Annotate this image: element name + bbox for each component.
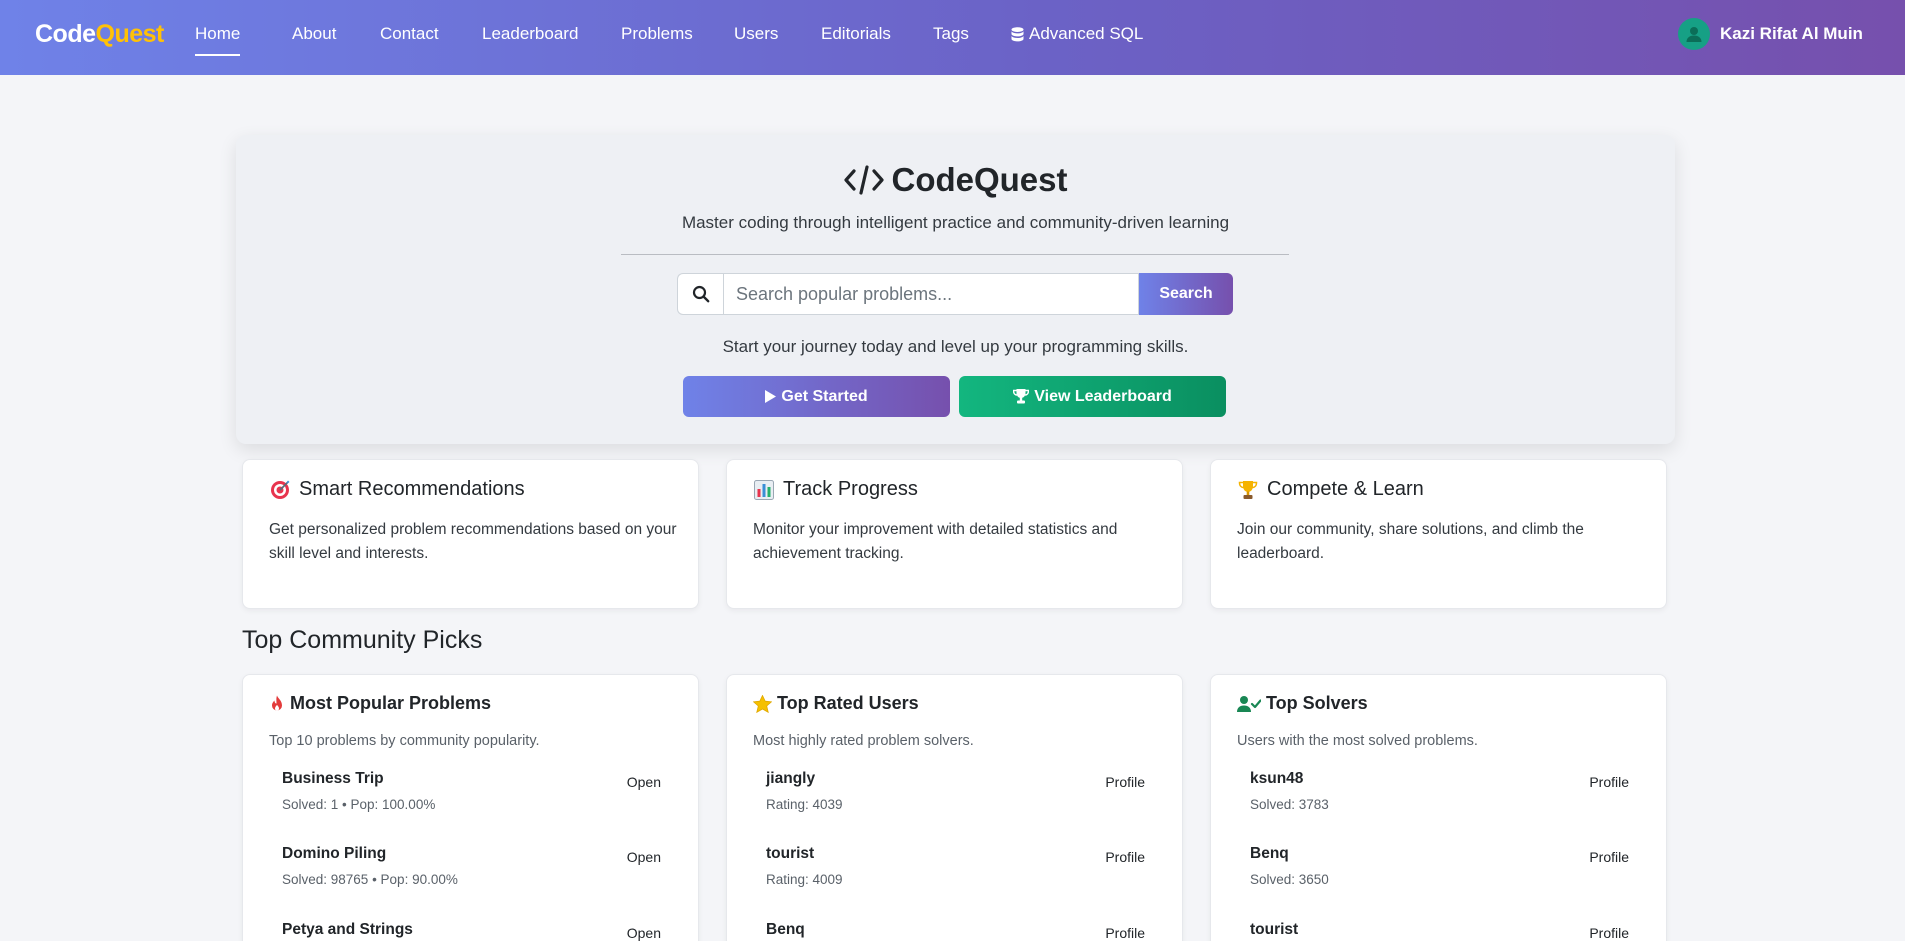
navbar: CodeQuest Home About Contact Leaderboard… <box>0 0 1905 75</box>
card-subtitle: Users with the most solved problems. <box>1237 733 1478 749</box>
search-group: Search <box>677 273 1233 315</box>
problem-stats: Solved: 98765 • Pop: 90.00% <box>282 872 458 887</box>
list-item: tourist Rating: 4009 Profile <box>753 845 1153 905</box>
hero-divider <box>621 254 1289 255</box>
feature-card-track-progress: Track Progress Monitor your improvement … <box>726 459 1183 609</box>
play-icon <box>765 390 777 403</box>
user-handle: Benq <box>1250 845 1289 862</box>
section-title: Top Community Picks <box>242 626 483 654</box>
hero-title: CodeQuest <box>236 161 1675 199</box>
hero-tagline: Start your journey today and level up yo… <box>722 337 1189 356</box>
card-subtitle: Most highly rated problem solvers. <box>753 733 974 749</box>
list-item: ksun48 Solved: 3783 Profile <box>1237 770 1637 830</box>
star-icon <box>753 694 772 713</box>
profile-link[interactable]: Profile <box>1105 925 1145 941</box>
user-handle: jiangly <box>766 770 816 787</box>
user-handle: Benq <box>766 921 805 938</box>
nav-users[interactable]: Users <box>734 24 778 44</box>
profile-link[interactable]: Profile <box>1105 774 1145 790</box>
nav-leaderboard[interactable]: Leaderboard <box>482 24 578 44</box>
user-rating: Rating: 4009 <box>766 872 843 887</box>
search-input[interactable] <box>723 273 1139 315</box>
user-avatar-icon <box>1678 18 1710 50</box>
list-item: jiangly Rating: 4039 Profile <box>753 770 1153 830</box>
top-solvers-card: Top Solvers Users with the most solved p… <box>1210 674 1667 941</box>
profile-link[interactable]: Profile <box>1589 774 1629 790</box>
trophy-icon <box>1013 389 1030 404</box>
user-rating: Rating: 4039 <box>766 797 843 812</box>
popular-problems-card: Most Popular Problems Top 10 problems by… <box>242 674 699 941</box>
hero-panel: CodeQuest Master coding through intellig… <box>236 135 1675 444</box>
profile-link[interactable]: Profile <box>1589 925 1629 941</box>
user-handle: ksun48 <box>1250 770 1304 787</box>
feature-description: Join our community, share solutions, and… <box>1237 521 1584 562</box>
user-handle: tourist <box>1250 921 1299 938</box>
card-title-text: Top Solvers <box>1266 693 1368 713</box>
user-menu[interactable]: Kazi Rifat Al Muin <box>1678 18 1863 50</box>
search-icon <box>677 273 723 315</box>
brand-part2: Quest <box>95 20 165 48</box>
feature-card-smart-recommendations: Smart Recommendations Get personalized p… <box>242 459 699 609</box>
nav-home[interactable]: Home <box>195 24 241 56</box>
list-item: Benq Solved: 3650 Profile <box>1237 845 1637 905</box>
open-problem-link[interactable]: Open <box>627 849 661 865</box>
fire-icon <box>269 695 285 713</box>
card-title: Top Rated Users <box>753 693 919 714</box>
feature-title: Track Progress <box>753 478 918 501</box>
user-solved: Solved: 3650 <box>1250 872 1329 887</box>
get-started-button[interactable]: Get Started <box>683 376 950 417</box>
target-icon <box>269 479 291 501</box>
nav-problems[interactable]: Problems <box>621 24 693 44</box>
user-name: Kazi Rifat Al Muin <box>1720 24 1863 43</box>
hero-title-text: CodeQuest <box>891 161 1068 198</box>
nav-advanced-sql[interactable]: Advanced SQL <box>1011 24 1143 44</box>
bar-chart-icon <box>753 479 775 501</box>
list-item: Benq Profile <box>753 921 1153 941</box>
open-problem-link[interactable]: Open <box>627 925 661 941</box>
search-button[interactable]: Search <box>1139 273 1233 315</box>
feature-title: Compete & Learn <box>1237 478 1424 501</box>
problem-name: Business Trip <box>282 770 384 787</box>
problem-name: Petya and Strings <box>282 921 413 938</box>
list-item: Petya and Strings Open <box>269 921 669 941</box>
profile-link[interactable]: Profile <box>1589 849 1629 865</box>
view-leaderboard-label: View Leaderboard <box>1034 387 1172 405</box>
nav-editorials[interactable]: Editorials <box>821 24 891 44</box>
problem-stats: Solved: 1 • Pop: 100.00% <box>282 797 436 812</box>
user-handle: tourist <box>766 845 815 862</box>
database-icon <box>1011 26 1024 41</box>
get-started-label: Get Started <box>781 387 868 405</box>
feature-title-text: Smart Recommendations <box>299 478 525 500</box>
feature-title-text: Track Progress <box>783 478 918 500</box>
list-item: Domino Piling Solved: 98765 • Pop: 90.00… <box>269 845 669 905</box>
top-rated-users-card: Top Rated Users Most highly rated proble… <box>726 674 1183 941</box>
list-item: Business Trip Solved: 1 • Pop: 100.00% O… <box>269 770 669 830</box>
feature-card-compete-learn: Compete & Learn Join our community, shar… <box>1210 459 1667 609</box>
feature-description: Get personalized problem recommendations… <box>269 521 677 562</box>
profile-link[interactable]: Profile <box>1105 849 1145 865</box>
nav-contact[interactable]: Contact <box>380 24 439 44</box>
feature-title-text: Compete & Learn <box>1267 478 1424 500</box>
trophy-icon <box>1237 479 1259 501</box>
card-subtitle: Top 10 problems by community popularity. <box>269 733 540 749</box>
nav-advanced-sql-label: Advanced SQL <box>1029 24 1144 43</box>
hero-subtitle: Master coding through intelligent practi… <box>681 213 1230 232</box>
open-problem-link[interactable]: Open <box>627 774 661 790</box>
brand-part1: Code <box>35 20 96 48</box>
card-title: Top Solvers <box>1237 693 1368 714</box>
user-solved: Solved: 3783 <box>1250 797 1329 812</box>
card-title-text: Top Rated Users <box>777 693 919 713</box>
nav-about[interactable]: About <box>292 24 336 44</box>
card-title: Most Popular Problems <box>269 693 491 714</box>
feature-title: Smart Recommendations <box>269 478 525 501</box>
view-leaderboard-button[interactable]: View Leaderboard <box>959 376 1226 417</box>
nav-tags[interactable]: Tags <box>933 24 969 44</box>
user-check-icon <box>1237 695 1261 713</box>
code-icon <box>844 165 885 195</box>
feature-description: Monitor your improvement with detailed s… <box>753 521 1118 562</box>
list-item: tourist Profile <box>1237 921 1637 941</box>
problem-name: Domino Piling <box>282 845 387 862</box>
card-title-text: Most Popular Problems <box>290 693 492 713</box>
brand-logo[interactable]: CodeQuest <box>35 20 164 49</box>
